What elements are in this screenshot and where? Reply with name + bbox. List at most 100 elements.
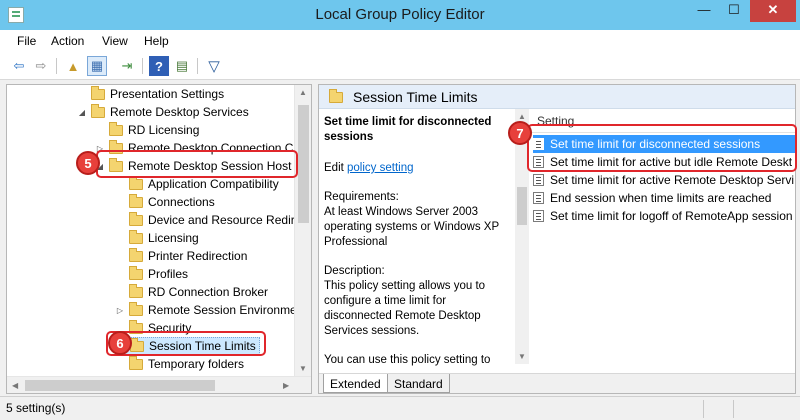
description-label: Description: (324, 265, 385, 277)
settings-list-row[interactable]: Set time limit for disconnected sessions (533, 135, 795, 153)
folder-icon (329, 89, 343, 103)
settings-list-row[interactable]: Set time limit for logoff of RemoteApp s… (533, 207, 795, 225)
folder-icon (129, 211, 143, 226)
folder-icon (109, 157, 123, 172)
policy-setting-icon (533, 210, 544, 222)
folder-icon (129, 283, 143, 298)
minimize-button[interactable]: — (690, 0, 718, 22)
edit-policy-setting-link[interactable]: policy setting (347, 162, 413, 174)
tree-item-label: RD Connection Broker (148, 285, 269, 299)
tree-item-remote-session-environment[interactable]: ▷ Remote Session Environmer (115, 301, 301, 319)
policy-setting-icon (533, 156, 544, 168)
folder-icon (129, 301, 143, 316)
details-pane: Session Time Limits Set time limit for d… (318, 84, 796, 394)
column-header-setting[interactable]: Setting (537, 114, 574, 128)
properties-icon[interactable]: ▤ (172, 56, 192, 76)
tree-item-application-compatibility[interactable]: Application Compatibility (115, 175, 279, 193)
details-folder-title: Session Time Limits (353, 89, 478, 105)
scroll-up-arrow-icon[interactable]: ▲ (299, 88, 307, 97)
tree-item-remote-desktop-services[interactable]: ◢ Remote Desktop Services (77, 103, 249, 121)
scroll-left-arrow-icon[interactable]: ◀ (12, 381, 18, 390)
settings-list-header: Setting (529, 113, 795, 133)
scroll-up-arrow-icon[interactable]: ▲ (518, 112, 526, 121)
setting-name: End session when time limits are reached (550, 191, 772, 205)
description-scrollbar[interactable]: ▲ ▼ (515, 109, 529, 364)
settings-list-row[interactable]: Set time limit for active Remote Desktop… (533, 171, 795, 189)
folder-icon (109, 121, 123, 136)
edit-prefix: Edit (324, 162, 348, 174)
collapse-icon[interactable]: ◢ (77, 108, 87, 117)
toolbar-separator (56, 58, 57, 74)
tree-horizontal-scrollbar[interactable]: ◀ ▶ (7, 376, 311, 393)
tree-item-label: Remote Session Environmer (148, 303, 301, 317)
menu-file[interactable]: File (17, 34, 36, 48)
folder-icon (129, 265, 143, 280)
tree-item-label: Session Time Limits (149, 339, 256, 353)
scroll-right-arrow-icon[interactable]: ▶ (283, 381, 289, 390)
description-text: This policy setting allows you to config… (324, 280, 486, 337)
tree-item-remote-desktop-session-host[interactable]: ◢ Remote Desktop Session Host (95, 157, 291, 175)
up-folder-icon[interactable]: ▲ (63, 56, 83, 76)
policy-setting-icon (533, 138, 544, 150)
expand-icon[interactable]: ▷ (95, 144, 105, 153)
tree-item-label: Device and Resource Redire (148, 213, 302, 227)
tree-item-profiles[interactable]: Profiles (115, 265, 188, 283)
tab-extended[interactable]: Extended (323, 374, 388, 393)
tree-item-remote-desktop-connection-client[interactable]: ▷ Remote Desktop Connection Cl (95, 139, 296, 157)
menu-help[interactable]: Help (144, 34, 169, 48)
view-tabs: Extended Standard (319, 373, 795, 393)
scroll-thumb[interactable] (298, 105, 309, 223)
folder-icon (91, 85, 105, 100)
tree-item-licensing[interactable]: Licensing (115, 229, 199, 247)
status-divider (703, 400, 704, 418)
tree-item-label: Connections (148, 195, 215, 209)
tree-item-rd-connection-broker[interactable]: RD Connection Broker (115, 283, 268, 301)
setting-name: Set time limit for logoff of RemoteApp s… (550, 209, 793, 223)
callout-badge-step-7: 7 (508, 121, 532, 145)
folder-icon (130, 337, 144, 352)
tree-item-label: Remote Desktop Services (110, 105, 249, 119)
tree-item-rd-licensing[interactable]: RD Licensing (95, 121, 199, 139)
show-hide-tree-icon[interactable]: ▦ (87, 56, 107, 76)
status-setting-count: 5 setting(s) (6, 401, 66, 415)
tree-item-session-time-limits[interactable]: Session Time Limits (115, 337, 260, 355)
expand-icon[interactable]: ▷ (115, 306, 125, 315)
tree-item-label: Temporary folders (148, 357, 245, 371)
tree-item-label: RD Licensing (128, 123, 200, 137)
tree-item-device-resource-redirection[interactable]: Device and Resource Redire (115, 211, 301, 229)
tree-vertical-scrollbar[interactable]: ▲ ▼ (294, 85, 311, 376)
export-list-icon[interactable]: ⇥ (117, 56, 137, 76)
tree-item-presentation-settings[interactable]: Presentation Settings (77, 85, 224, 103)
forward-icon[interactable]: ⇨ (31, 56, 51, 76)
maximize-button[interactable]: ☐ (720, 0, 748, 22)
settings-list-row[interactable]: End session when time limits are reached (533, 189, 795, 207)
tree-item-printer-redirection[interactable]: Printer Redirection (115, 247, 247, 265)
tree-item-label: Printer Redirection (148, 249, 248, 263)
policy-setting-icon (533, 174, 544, 186)
back-icon[interactable]: ⇦ (9, 56, 29, 76)
callout-badge-step-6: 6 (108, 331, 132, 355)
tree-item-label: Security (148, 321, 192, 335)
scroll-thumb[interactable] (517, 187, 527, 225)
menu-view[interactable]: View (102, 34, 128, 48)
tree-item-connections[interactable]: Connections (115, 193, 215, 211)
scroll-down-arrow-icon[interactable]: ▼ (518, 352, 526, 361)
tab-standard[interactable]: Standard (387, 374, 450, 393)
tree-item-label: Application Compatibility (148, 177, 279, 191)
toolbar-separator (197, 58, 198, 74)
scroll-thumb[interactable] (25, 380, 215, 391)
tree-item-label: Remote Desktop Session Host (128, 159, 292, 173)
status-divider (733, 400, 734, 418)
menu-action[interactable]: Action (51, 34, 84, 48)
help-icon[interactable]: ? (149, 56, 169, 76)
scroll-down-arrow-icon[interactable]: ▼ (299, 364, 307, 373)
close-button[interactable]: ✕ (750, 0, 796, 22)
settings-list-row[interactable]: Set time limit for active but idle Remot… (533, 153, 795, 171)
navigation-tree[interactable]: Presentation Settings ◢ Remote Desktop Se… (6, 84, 312, 394)
setting-description-panel: Set time limit for disconnected sessions… (324, 115, 512, 368)
tree-item-temporary-folders[interactable]: Temporary folders (115, 355, 244, 373)
filter-icon[interactable]: ▽ (204, 56, 224, 76)
tree-item-label: Profiles (148, 267, 189, 281)
status-bar: 5 setting(s) (0, 396, 800, 420)
folder-icon (129, 175, 143, 190)
